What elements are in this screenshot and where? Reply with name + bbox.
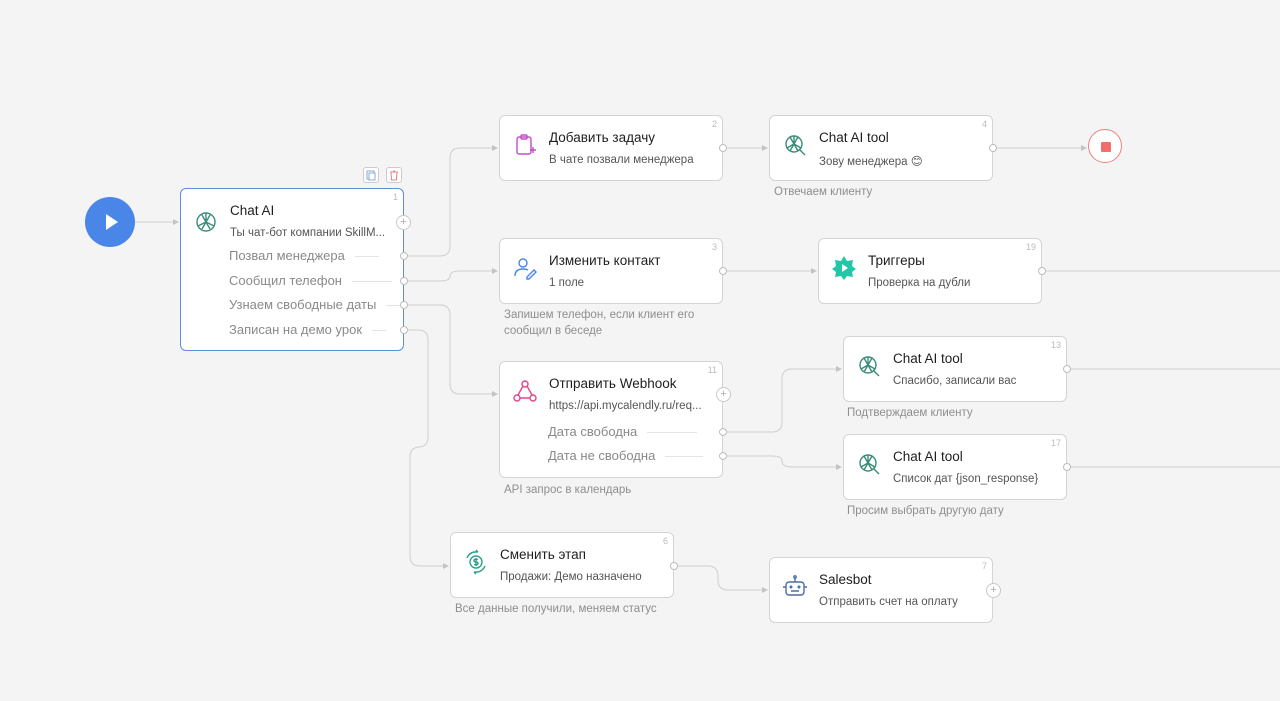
node-title: Триггеры: [868, 253, 925, 268]
copy-node-button[interactable]: [363, 167, 379, 183]
node-number: 7: [981, 561, 987, 571]
port-out[interactable]: [719, 267, 727, 275]
port-out[interactable]: [989, 144, 997, 152]
node-number: 19: [1025, 242, 1036, 252]
edge-phone-contact: [404, 268, 498, 282]
node-note: Запишем телефон, если клиент его сообщил…: [504, 309, 695, 337]
output-phone: Сообщил телефон: [229, 273, 392, 288]
output-demo: Записан на демо урок: [229, 322, 387, 337]
webhook-icon: [513, 380, 537, 402]
chat-ai-tool-node-13[interactable]: 13 Chat AI tool Спасибо, записали вас: [843, 336, 1067, 402]
edge-stage-salesbot: [674, 565, 768, 593]
openai-icon: [196, 212, 216, 232]
node-title: Сменить этап: [500, 547, 586, 562]
node-subtitle: https://api.mycalendly.ru/req...: [549, 400, 702, 412]
node-note: Все данные получили, меняем статус: [455, 603, 657, 615]
node-title: Добавить задачу: [549, 130, 655, 145]
chat-ai-tool-node-4[interactable]: 4 Chat AI tool Зову менеджера 😊: [769, 115, 993, 181]
node-subtitle: Список дат {json_response}: [893, 473, 1039, 485]
node-title: Отправить Webhook: [549, 376, 677, 391]
output-dates: Узнаем свободные даты: [229, 297, 401, 312]
salesbot-node[interactable]: 7 Salesbot Отправить счет на оплату: [769, 557, 993, 623]
clipboard-plus-icon: [516, 134, 536, 155]
node-note: Отвечаем клиенту: [774, 186, 873, 198]
node-title: Salesbot: [819, 572, 872, 587]
play-icon: [106, 214, 118, 230]
add-output-button[interactable]: +: [986, 583, 1001, 598]
node-subtitle: Отправить счет на оплату: [819, 596, 958, 608]
add-task-node[interactable]: 2 Добавить задачу В чате позвали менедже…: [499, 115, 723, 181]
port-out[interactable]: [1038, 267, 1046, 275]
node-subtitle: Спасибо, записали вас: [893, 375, 1017, 387]
stop-icon: [1101, 142, 1111, 152]
output-date-free: Дата свободна: [548, 424, 698, 439]
change-contact-node[interactable]: 3 Изменить контакт 1 поле: [499, 238, 723, 304]
node-number: 6: [662, 536, 668, 546]
port-out[interactable]: [1063, 463, 1071, 471]
node-number: 11: [707, 365, 717, 375]
node-note: Подтверждаем клиенту: [847, 407, 973, 419]
port-phone[interactable]: [400, 277, 408, 285]
stop-node[interactable]: [1088, 129, 1122, 163]
add-output-button[interactable]: +: [716, 387, 731, 402]
node-number: 2: [711, 119, 717, 129]
port-demo[interactable]: [400, 326, 408, 334]
node-number: 13: [1050, 340, 1061, 350]
start-button[interactable]: [85, 197, 135, 247]
node-subtitle: Проверка на дубли: [868, 277, 971, 289]
node-number: 3: [711, 242, 717, 252]
port-out[interactable]: [670, 562, 678, 570]
delete-node-button[interactable]: [386, 167, 402, 183]
webhook-node[interactable]: 11 Отправить Webhook https://api.mycalen…: [499, 361, 723, 478]
output-manager: Позвал менеджера: [229, 248, 379, 263]
node-title: Chat AI tool: [819, 130, 889, 145]
node-subtitle: 1 поле: [549, 277, 585, 289]
node-subtitle: Зову менеджера 😊: [819, 156, 923, 168]
port-date-busy[interactable]: [719, 452, 727, 460]
trash-icon: [390, 170, 398, 181]
user-edit-icon: [514, 258, 537, 280]
add-output-button[interactable]: +: [396, 215, 411, 230]
node-number: 4: [981, 119, 987, 129]
node-note: API запрос в календарь: [504, 484, 632, 496]
node-title: Chat AI tool: [893, 351, 963, 366]
node-title: Chat AI: [230, 203, 275, 218]
edge-free-tool13: [723, 366, 842, 433]
node-title: Изменить контакт: [549, 253, 661, 268]
copy-icon: [366, 170, 376, 181]
triggers-node[interactable]: 19 Триггеры Проверка на дубли: [818, 238, 1042, 304]
port-out[interactable]: [1063, 365, 1071, 373]
trigger-icon: [832, 256, 856, 280]
node-number: 1: [392, 192, 398, 202]
edge-demo-stage: [404, 329, 449, 569]
openai-tool-icon: [859, 356, 880, 377]
output-date-busy: Дата не свободна: [548, 448, 704, 463]
node-subtitle: Ты чат-бот компании SkillM...: [230, 227, 386, 239]
robot-icon: [783, 575, 807, 596]
node-subtitle: Продажи: Демо назначено: [500, 571, 642, 583]
node-subtitle: В чате позвали менеджера: [549, 154, 694, 166]
port-out[interactable]: [719, 144, 727, 152]
edge-manager-task: [404, 145, 498, 257]
edge-dates-webhook: [404, 304, 498, 397]
change-stage-node[interactable]: 6 Сменить этап Продажи: Демо назначено: [450, 532, 674, 598]
edge-notfree-tool17: [723, 455, 842, 470]
node-note: Просим выбрать другую дату: [847, 505, 1004, 517]
port-date-free[interactable]: [719, 428, 727, 436]
port-dates[interactable]: [400, 301, 408, 309]
node-number: 17: [1050, 438, 1061, 448]
chat-ai-node[interactable]: 1 Chat AI Ты чат-бот компании SkillM... …: [180, 188, 404, 351]
dollar-cycle-icon: [466, 549, 486, 575]
chat-ai-tool-node-17[interactable]: 17 Chat AI tool Список дат {json_respons…: [843, 434, 1067, 500]
port-manager[interactable]: [400, 252, 408, 260]
node-title: Chat AI tool: [893, 449, 963, 464]
openai-tool-icon: [859, 454, 880, 475]
openai-tool-icon: [785, 135, 806, 156]
